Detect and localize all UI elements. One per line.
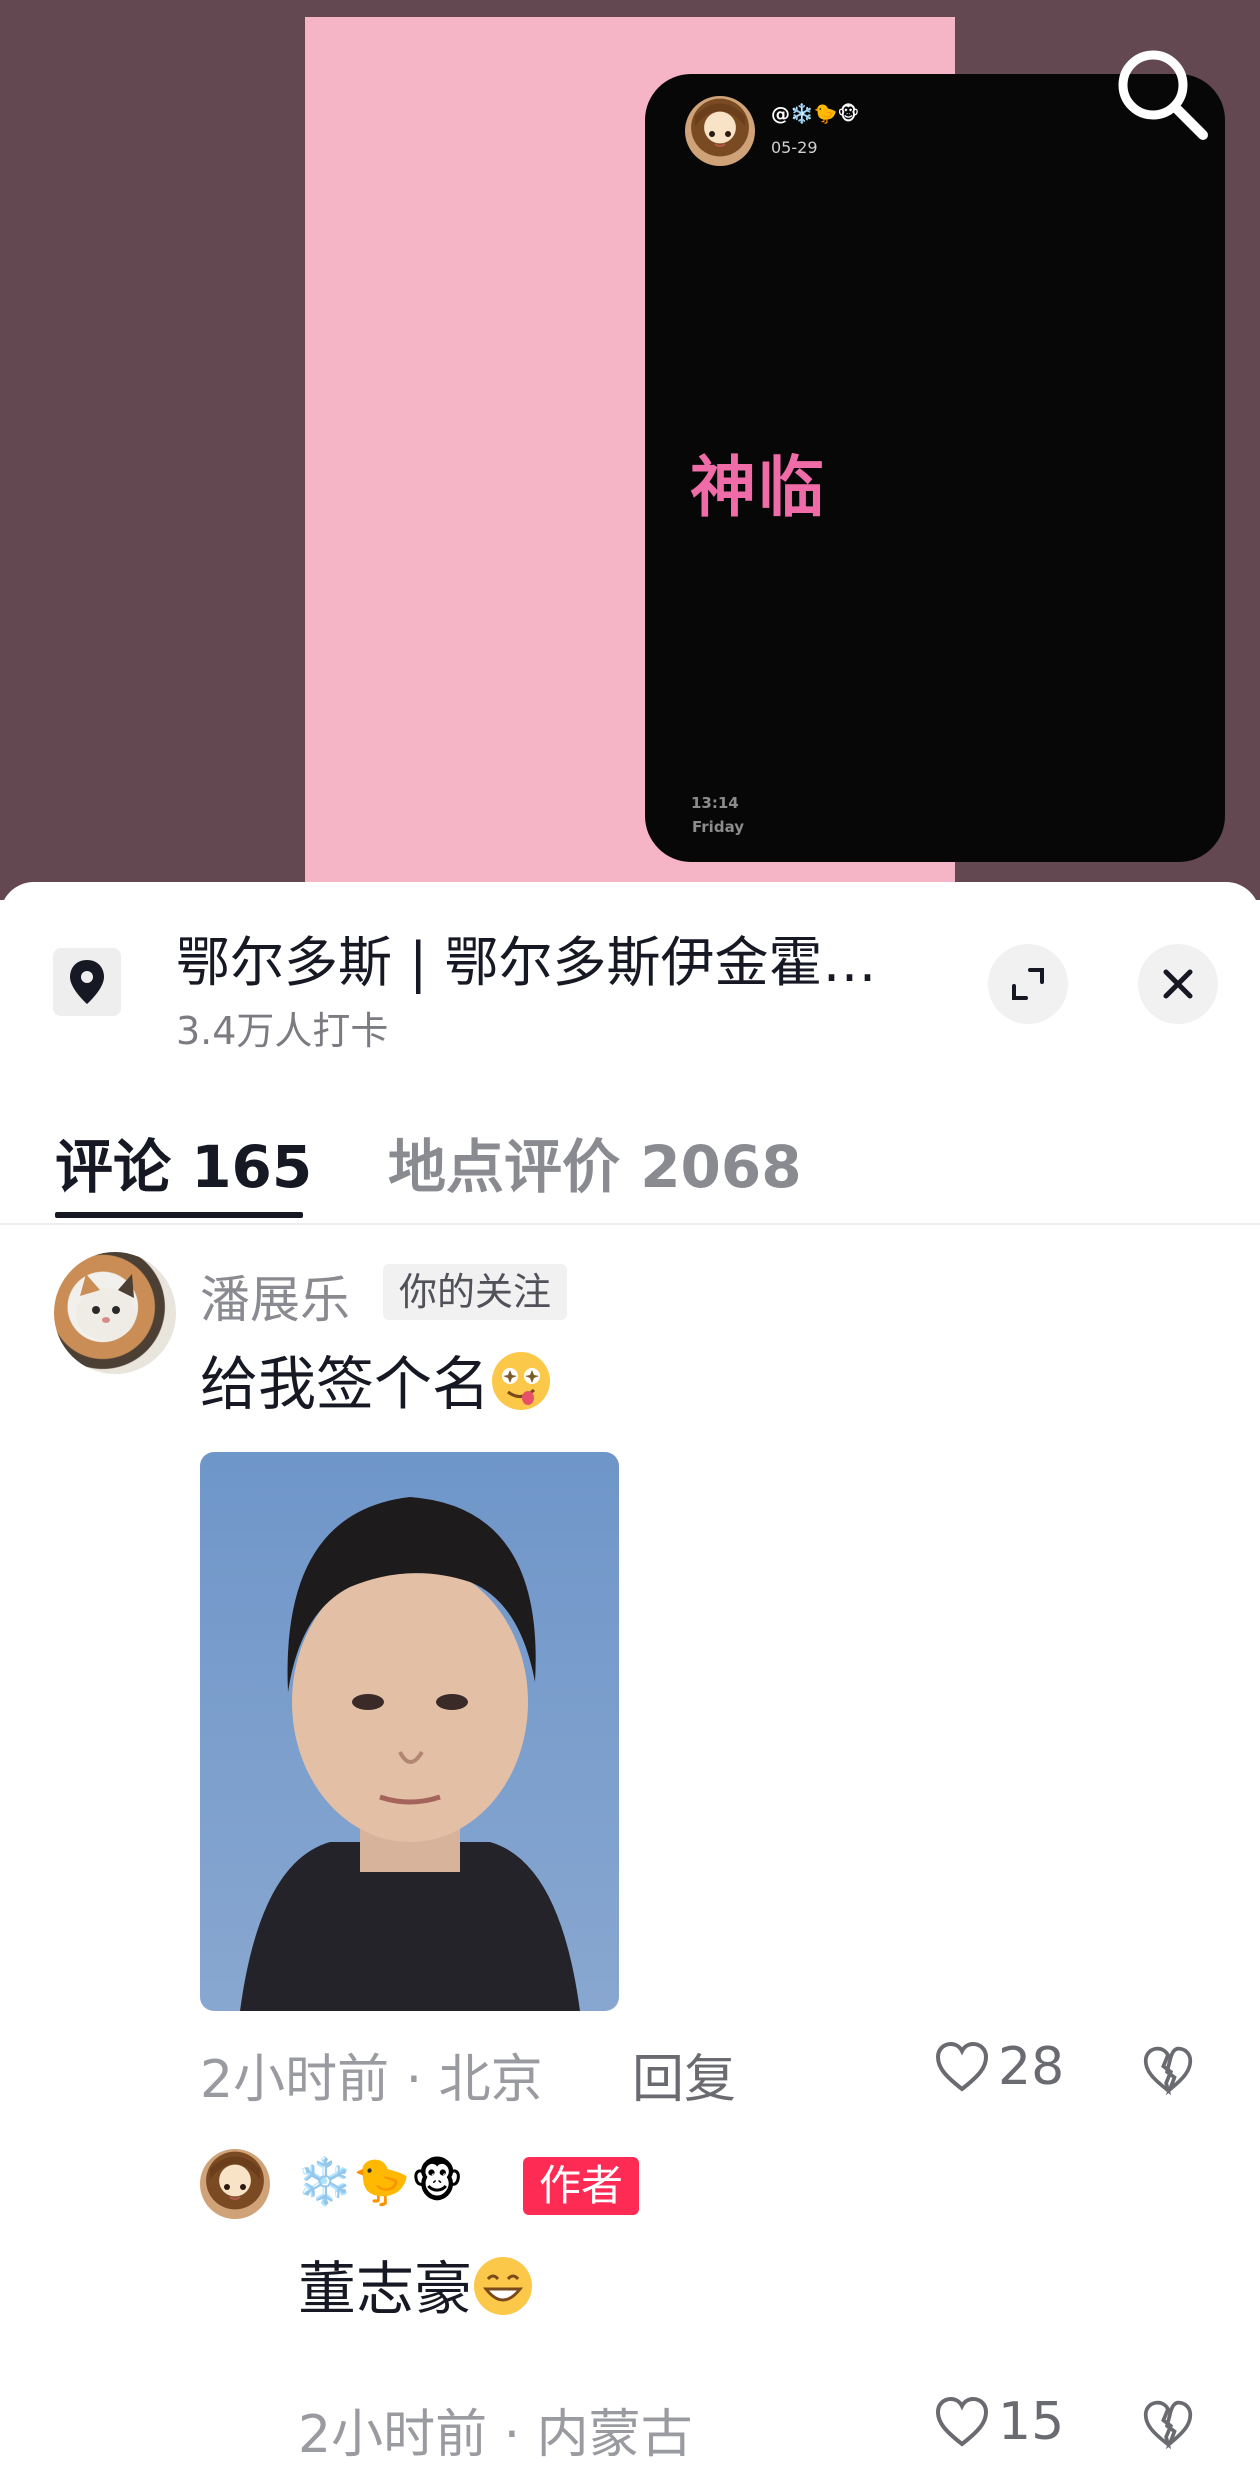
dislike-button[interactable] — [1142, 2398, 1194, 2454]
avatar[interactable] — [54, 1252, 176, 1374]
comment-text: 给我签个名 — [200, 1337, 552, 1426]
video-area[interactable]: @❄️🐤🐵 05-29 神临 13:14 Friday — [0, 0, 1260, 900]
card-time: 13:14 — [691, 794, 739, 812]
comment-photo[interactable] — [200, 1452, 619, 2011]
tab-comments[interactable]: 评论 165 — [55, 1120, 312, 1204]
comment-meta: 2小时前 · 内蒙古 — [298, 2405, 693, 2465]
close-button[interactable] — [1138, 944, 1218, 1024]
comment-username[interactable]: 潘展乐 — [200, 1260, 350, 1332]
author-badge: 作者 — [523, 2157, 639, 2215]
grinning-emoji-icon — [472, 2255, 534, 2331]
screenshot-card: @❄️🐤🐵 05-29 神临 13:14 Friday — [645, 74, 1225, 862]
heart-icon — [935, 2396, 989, 2447]
comment-meta: 2小时前 · 北京 — [200, 2050, 543, 2110]
broken-heart-icon — [1143, 2400, 1193, 2450]
like-count: 15 — [998, 2392, 1065, 2452]
heart-icon — [935, 2041, 989, 2092]
video-poster: @❄️🐤🐵 05-29 神临 13:14 Friday — [305, 17, 1225, 900]
location-pin-icon — [53, 948, 121, 1016]
close-icon — [1163, 969, 1193, 999]
card-date: 05-29 — [771, 138, 818, 157]
expand-button[interactable] — [988, 944, 1068, 1024]
comment-username[interactable]: ❄️🐤🐵 — [296, 2154, 464, 2209]
reply-button[interactable]: 回复 — [632, 2037, 736, 2112]
like-count: 28 — [998, 2037, 1065, 2097]
card-day: Friday — [692, 818, 745, 836]
expand-icon — [1012, 968, 1044, 1000]
starstruck-emoji-icon — [490, 1350, 552, 1426]
location-title[interactable]: 鄂尔多斯 | 鄂尔多斯伊金霍… — [176, 918, 916, 997]
like-button[interactable]: 28 — [934, 2037, 1064, 2097]
comment-text-content: 给我签个名 — [200, 1350, 491, 1418]
active-tab-indicator — [55, 1212, 303, 1218]
tab-divider — [0, 1223, 1260, 1225]
search-button[interactable] — [1108, 40, 1218, 150]
dislike-button[interactable] — [1142, 2044, 1194, 2100]
location-checkins: 3.4万人打卡 — [176, 1009, 389, 1053]
tab-place-reviews[interactable]: 地点评价 2068 — [388, 1120, 802, 1204]
broken-heart-icon — [1143, 2046, 1193, 2096]
avatar[interactable] — [200, 2149, 270, 2219]
search-icon — [1118, 50, 1208, 140]
card-headline: 神临 — [690, 449, 826, 526]
card-avatar — [685, 96, 755, 166]
comment-text-content: 董志豪 — [298, 2255, 473, 2323]
card-username: @❄️🐤🐵 — [771, 103, 860, 125]
comment-sheet: 鄂尔多斯 | 鄂尔多斯伊金霍… 3.4万人打卡 评论 165 地点评价 2068… — [0, 882, 1260, 2465]
like-button[interactable]: 15 — [934, 2392, 1064, 2452]
comment-text: 董志豪 — [298, 2242, 534, 2331]
following-badge: 你的关注 — [383, 1264, 568, 1320]
